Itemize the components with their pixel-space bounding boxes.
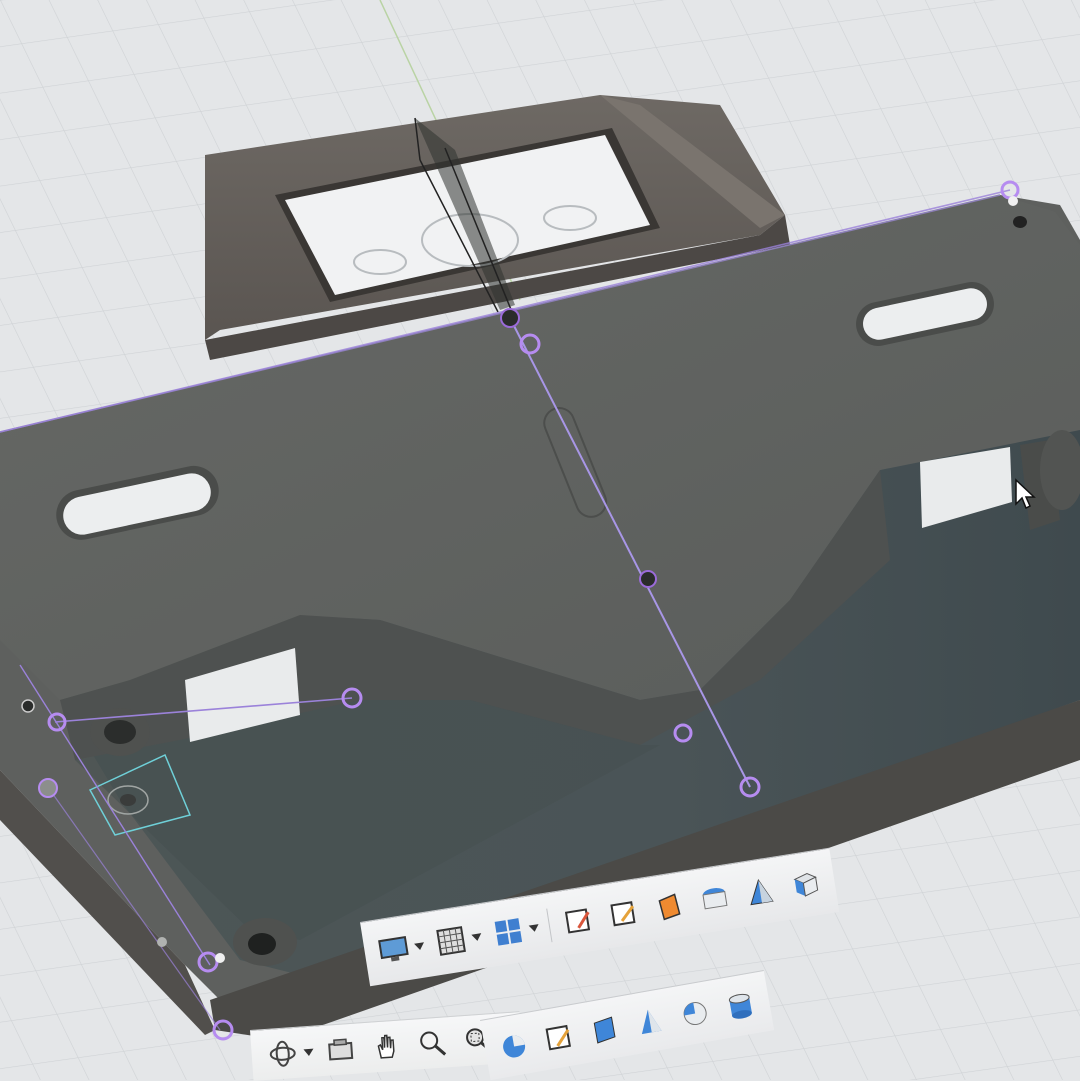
- screw-boss-2: [233, 918, 297, 966]
- sphere-filter-button[interactable]: [673, 991, 717, 1037]
- surface-filter-button[interactable]: [582, 1007, 626, 1053]
- orbit-icon: [269, 1040, 296, 1067]
- sketch-filter-icon: [564, 908, 591, 934]
- sketch-dim-filter-icon: [545, 1024, 572, 1051]
- cone-filter-button[interactable]: [738, 869, 782, 914]
- face-filter-button[interactable]: [693, 876, 737, 921]
- arrow-cursor: [1014, 478, 1036, 510]
- cone-filter-icon: [750, 879, 774, 906]
- sketch-edit-filter-icon: [610, 901, 636, 927]
- sketch-dim-filter-button[interactable]: [537, 1015, 581, 1061]
- grid-dropdown-icon[interactable]: [471, 932, 483, 942]
- pan-icon: [377, 1034, 395, 1059]
- prism-filter-icon: [641, 1009, 662, 1035]
- look-at-button[interactable]: [320, 1028, 361, 1071]
- viewports-button[interactable]: [486, 909, 530, 954]
- box-filter-button[interactable]: [784, 862, 828, 907]
- zoom-button[interactable]: [412, 1022, 453, 1065]
- toolbar-separator: [546, 908, 553, 943]
- box-filter-icon: [793, 872, 819, 897]
- body-filter-icon: [503, 1035, 526, 1058]
- orbit-button[interactable]: [262, 1032, 303, 1075]
- profile-filter-button[interactable]: [647, 884, 691, 929]
- orbit-dropdown-icon[interactable]: [303, 1048, 314, 1056]
- prism-filter-button[interactable]: [628, 999, 672, 1045]
- surface-filter-icon: [593, 1016, 616, 1044]
- cylinder-filter-icon: [728, 993, 752, 1019]
- sketch-edit-filter-button[interactable]: [602, 891, 646, 936]
- viewports-icon: [494, 918, 523, 946]
- display-dropdown-icon[interactable]: [413, 941, 425, 951]
- sphere-filter-icon: [683, 1002, 707, 1026]
- grid-snaps-button[interactable]: [429, 918, 473, 963]
- body-filter-button[interactable]: [492, 1022, 536, 1068]
- sketch-filter-button[interactable]: [557, 898, 601, 943]
- viewports-dropdown-icon[interactable]: [528, 923, 540, 933]
- display-settings-button[interactable]: [372, 927, 416, 972]
- grid-snaps-icon: [436, 926, 466, 956]
- pan-button[interactable]: [366, 1025, 407, 1068]
- cylinder-filter-button[interactable]: [718, 983, 762, 1029]
- zoom-icon: [420, 1031, 447, 1056]
- display-settings-icon: [378, 936, 409, 962]
- face-filter-icon: [702, 888, 728, 910]
- look-at-icon: [328, 1038, 354, 1061]
- profile-filter-icon: [658, 893, 681, 921]
